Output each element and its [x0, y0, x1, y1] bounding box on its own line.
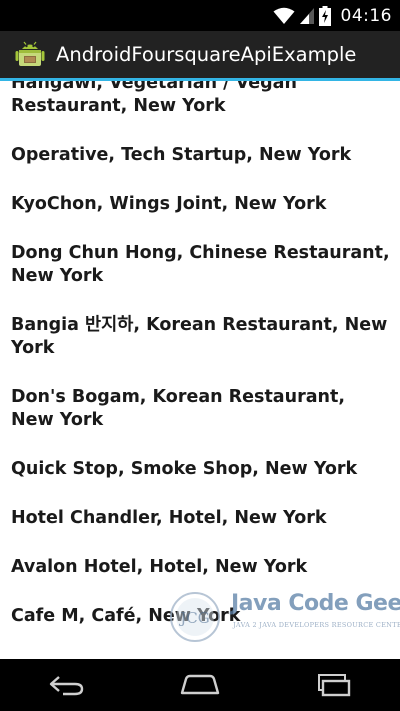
list-item[interactable]: Avalon Hotel, Hotel, New York: [0, 556, 400, 579]
android-screen: 04:16 AndroidFoursquareApiExample Hangaw…: [0, 0, 400, 711]
list-item[interactable]: Don's Bogam, Korean Restaurant, New York: [0, 386, 400, 432]
home-button[interactable]: [160, 659, 240, 711]
recent-apps-button[interactable]: [293, 659, 373, 711]
back-icon: [49, 676, 83, 696]
list-item[interactable]: Cafe M, Café, New York: [0, 605, 400, 628]
list-item[interactable]: Hangawi, Vegetarian / Vegan Restaurant, …: [0, 81, 400, 118]
status-bar: 04:16: [0, 0, 400, 31]
back-button[interactable]: [27, 659, 107, 711]
recent-apps-icon: [318, 674, 351, 697]
list-item[interactable]: KyoChon, Wings Joint, New York: [0, 193, 400, 216]
list-item[interactable]: Bangia 반지하, Korean Restaurant, New York: [0, 314, 400, 360]
wifi-icon: [273, 7, 294, 24]
action-bar: AndroidFoursquareApiExample: [0, 31, 400, 78]
android-app-icon[interactable]: [14, 39, 46, 71]
list-item[interactable]: Dong Chun Hong, Chinese Restaurant, New …: [0, 242, 400, 288]
navigation-bar: [0, 659, 400, 711]
app-title: AndroidFoursquareApiExample: [56, 43, 357, 66]
signal-icon: [299, 7, 314, 24]
list-item[interactable]: Hotel Chandler, Hotel, New York: [0, 507, 400, 530]
status-time: 04:16: [340, 5, 392, 26]
venue-list-content: Hangawi, Vegetarian / Vegan Restaurant, …: [0, 81, 400, 654]
list-item[interactable]: Operative, Tech Startup, New York: [0, 144, 400, 167]
status-icons: 04:16: [273, 4, 393, 27]
list-item[interactable]: Quick Stop, Smoke Shop, New York: [0, 458, 400, 481]
battery-charging-icon: [318, 5, 331, 26]
home-icon: [180, 674, 220, 695]
venue-list[interactable]: Hangawi, Vegetarian / Vegan Restaurant, …: [0, 81, 400, 659]
